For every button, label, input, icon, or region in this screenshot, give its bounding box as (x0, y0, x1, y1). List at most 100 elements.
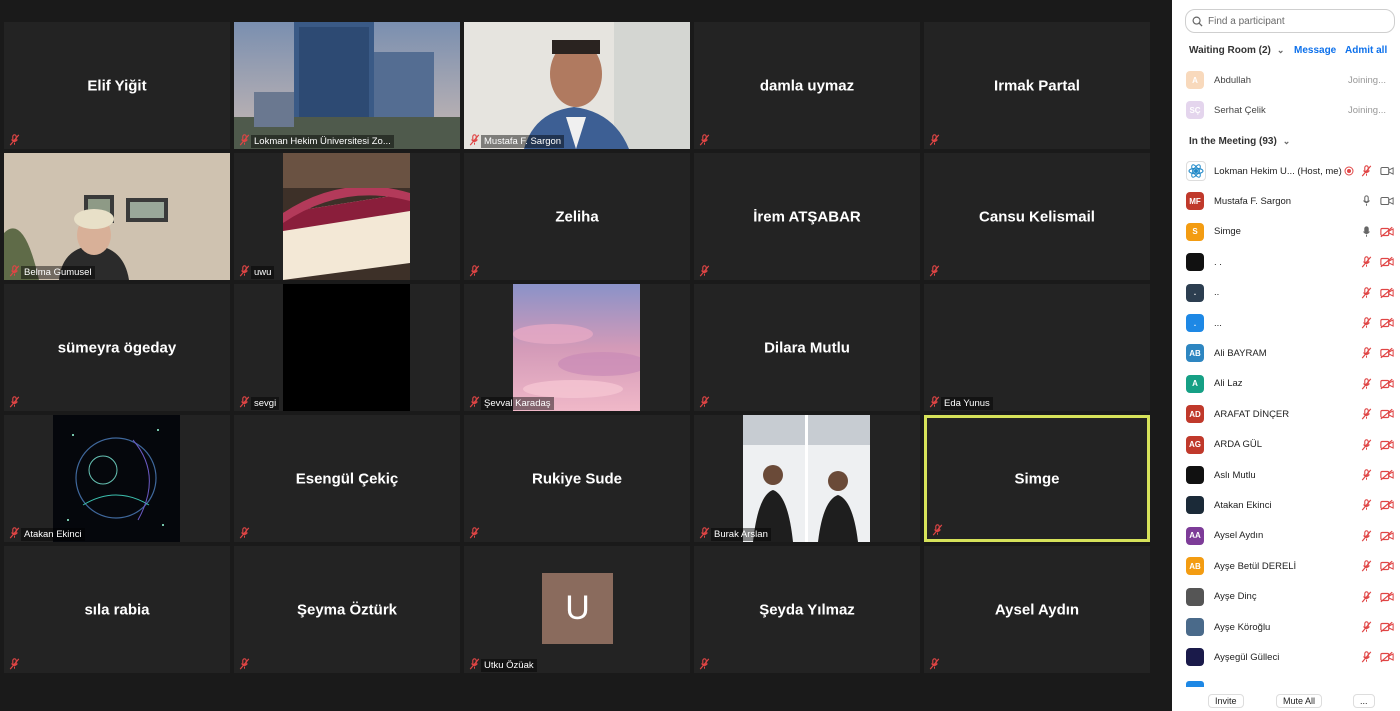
camera-off-icon[interactable] (1380, 591, 1394, 603)
participant-row[interactable]: Lokman Hekim U... (Host, me) (1172, 156, 1400, 186)
camera-off-icon[interactable] (1380, 347, 1394, 359)
mic-muted-icon[interactable] (1361, 469, 1372, 481)
video-tile[interactable]: Cansu Kelismail (924, 153, 1150, 280)
video-tile[interactable]: Aysel Aydın (924, 546, 1150, 673)
mic-on-icon[interactable] (1361, 226, 1372, 238)
camera-off-icon[interactable] (1380, 530, 1394, 542)
mute-all-button[interactable]: Mute All (1276, 694, 1323, 708)
participant-row[interactable]: AA Aysel Aydın (1172, 521, 1400, 551)
participant-row[interactable]: Atakan Ekinci (1172, 490, 1400, 520)
participant-row[interactable]: AG ARDA GÜL (1172, 430, 1400, 460)
mic-muted-icon[interactable] (1361, 317, 1372, 329)
video-tile[interactable]: Rukiye Sude (464, 415, 690, 542)
mic-muted-icon[interactable] (1361, 256, 1372, 268)
video-tile[interactable]: Belma Gumusel (4, 153, 230, 280)
admit-all-button[interactable]: Admit all (1345, 45, 1387, 56)
mic-muted-icon[interactable] (1361, 530, 1372, 542)
video-tile[interactable]: Elif Yiğit (4, 22, 230, 149)
participant-row[interactable]: S Simge (1172, 217, 1400, 247)
camera-off-icon[interactable] (1380, 226, 1394, 238)
participant-row[interactable]: Ayşe Dinç (1172, 582, 1400, 612)
video-tile[interactable]: U Utku Özüak (464, 546, 690, 673)
video-tile[interactable]: Atakan Ekinci (4, 415, 230, 542)
waiting-participant-row[interactable]: SÇ Serhat Çelik Joining... (1172, 95, 1400, 125)
video-tile[interactable]: sevgi (234, 284, 460, 411)
chevron-down-icon[interactable]: ⌄ (1277, 45, 1285, 56)
participant-status: Joining... (1347, 104, 1386, 116)
video-tile[interactable]: Irmak Partal (924, 22, 1150, 149)
camera-off-icon[interactable] (1380, 560, 1394, 572)
participant-row[interactable]: AB Ali BAYRAM (1172, 338, 1400, 368)
participant-row[interactable]: . . (1172, 247, 1400, 277)
video-tile[interactable]: Şeyma Öztürk (234, 546, 460, 673)
video-tile[interactable]: Şevval Karadaş (464, 284, 690, 411)
participant-name: . . (1214, 256, 1222, 268)
camera-off-icon[interactable] (1380, 317, 1394, 329)
participant-row[interactable]: AB Ayşe Betül DERELİ (1172, 551, 1400, 581)
mic-muted-icon[interactable] (1361, 591, 1372, 603)
participant-row[interactable]: Ayşe Köroğlu (1172, 612, 1400, 642)
camera-off-icon[interactable] (1380, 287, 1394, 299)
participant-row[interactable]: Ayşegül Gülleci (1172, 642, 1400, 672)
participant-row[interactable]: ... (1172, 278, 1400, 308)
camera-off-icon[interactable] (1380, 408, 1394, 420)
camera-off-icon[interactable] (1380, 621, 1394, 633)
video-tile[interactable]: Burak Arslan (694, 415, 920, 542)
search-box[interactable] (1185, 9, 1395, 33)
video-tile[interactable]: İrem ATŞABAR (694, 153, 920, 280)
video-tile[interactable]: sıla rabia (4, 546, 230, 673)
invite-button[interactable]: Invite (1208, 694, 1244, 708)
camera-off-icon[interactable] (1380, 651, 1394, 663)
participants-panel: Waiting Room (2) ⌄ Message Admit all In … (1172, 0, 1400, 711)
participant-row[interactable]: Aslı Mutlu (1172, 460, 1400, 490)
participant-row[interactable]: AD ARAFAT DİNÇER (1172, 399, 1400, 429)
camera-on-icon[interactable] (1380, 195, 1394, 207)
video-tile[interactable]: uwu (234, 153, 460, 280)
video-tile[interactable]: Zeliha (464, 153, 690, 280)
participant-row[interactable]: MF Mustafa F. Sargon (1172, 186, 1400, 216)
avatar: A (1186, 71, 1204, 89)
participant-name: Ayşe Dinç (1214, 591, 1257, 603)
camera-off-icon[interactable] (1380, 378, 1394, 390)
mic-muted-icon[interactable] (1361, 408, 1372, 420)
mic-muted-icon[interactable] (1361, 165, 1372, 177)
camera-off-icon[interactable] (1380, 256, 1394, 268)
video-tile[interactable]: Simge (924, 415, 1150, 542)
mic-muted-icon[interactable] (1361, 651, 1372, 663)
video-tile[interactable]: Eda Yunus (924, 284, 1150, 411)
video-tile[interactable]: sümeyra ögeday (4, 284, 230, 411)
avatar-initials: AD (1189, 409, 1201, 419)
waiting-room-header[interactable]: Waiting Room (2) ⌄ (1189, 45, 1284, 56)
avatar (1186, 161, 1206, 181)
video-tile[interactable]: Dilara Mutlu (694, 284, 920, 411)
video-tile[interactable]: Şeyda Yılmaz (694, 546, 920, 673)
camera-off-icon[interactable] (1380, 469, 1394, 481)
camera-on-icon[interactable] (1380, 165, 1394, 177)
mic-muted-icon[interactable] (1361, 499, 1372, 511)
mic-muted-icon[interactable] (1361, 439, 1372, 451)
mic-muted-icon[interactable] (1361, 347, 1372, 359)
message-button[interactable]: Message (1294, 45, 1336, 56)
video-tile[interactable]: Mustafa F. Sargon (464, 22, 690, 149)
video-tile[interactable]: Esengül Çekiç (234, 415, 460, 542)
video-tile[interactable]: Lokman Hekim Üniversitesi Zo... (234, 22, 460, 149)
mic-muted-icon[interactable] (1361, 621, 1372, 633)
avatar: SÇ (1186, 101, 1204, 119)
chevron-down-icon[interactable]: ⌄ (1283, 136, 1291, 147)
more-button[interactable]: ... (1353, 694, 1375, 708)
video-tile[interactable]: damla uymaz (694, 22, 920, 149)
participant-caption: Eda Yunus (941, 397, 993, 410)
search-input[interactable] (1206, 14, 1390, 28)
participant-row[interactable]: .... (1172, 308, 1400, 338)
avatar-initials: A (1192, 379, 1198, 389)
mic-muted-icon[interactable] (1361, 560, 1372, 572)
mic-muted-icon[interactable] (1361, 378, 1372, 390)
camera-off-icon[interactable] (1380, 499, 1394, 511)
participant-row[interactable]: A Ali Laz (1172, 369, 1400, 399)
camera-off-icon[interactable] (1380, 439, 1394, 451)
participant-name: Serhat Çelik (1214, 104, 1266, 116)
mic-on-icon[interactable] (1361, 195, 1372, 207)
mic-muted-icon[interactable] (1361, 287, 1372, 299)
waiting-participant-row[interactable]: A Abdullah Joining... (1172, 65, 1400, 95)
in-meeting-header[interactable]: In the Meeting (93) ⌄ (1189, 136, 1290, 147)
